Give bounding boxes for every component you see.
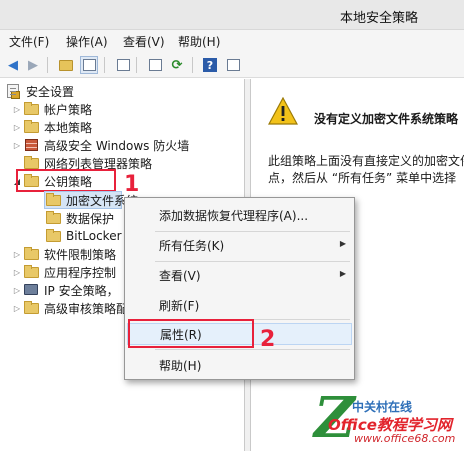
- export-list-button[interactable]: [146, 56, 164, 74]
- forward-button[interactable]: ▶: [24, 56, 42, 74]
- tree-item-advanced-audit[interactable]: ▷ 高级审核策略配: [12, 299, 128, 317]
- tree-item-label: 数据保护: [66, 211, 115, 226]
- expand-arrow-icon[interactable]: ▷: [12, 286, 22, 295]
- submenu-arrow-icon: ▶: [339, 269, 346, 278]
- toolbar-separator: [104, 57, 105, 73]
- menu-item-view[interactable]: 查看(V) ▶: [125, 264, 354, 286]
- annotation-box-2: [128, 319, 254, 348]
- back-button[interactable]: ◀: [4, 56, 22, 74]
- folder-icon: [46, 211, 62, 225]
- tree-item-data-protection[interactable]: 数据保护: [46, 209, 114, 227]
- tree-item-local-policies[interactable]: ▷ 本地策略: [12, 118, 92, 136]
- toolbar: ◀ ▶ ⟳ ?: [0, 52, 464, 78]
- console-tree-icon: [82, 59, 96, 71]
- tree-item-label: 帐户策略: [44, 102, 93, 117]
- tree-item-security-settings[interactable]: 安全设置: [6, 82, 74, 100]
- up-one-level-button[interactable]: [57, 56, 75, 74]
- warning-icon: [268, 97, 298, 125]
- details-heading: 没有定义加密文件系统策略: [314, 112, 459, 126]
- folder-icon: [46, 193, 62, 207]
- tree-item-application-control[interactable]: ▷ 应用程序控制: [12, 263, 116, 281]
- folder-icon: [46, 229, 62, 243]
- menu-file[interactable]: 文件(F): [9, 33, 49, 50]
- menu-separator: [155, 349, 350, 350]
- menu-separator: [155, 231, 350, 232]
- tree-item-label: 本地策略: [44, 120, 93, 135]
- menu-item-label: 添加数据恢复代理程序(A)...: [159, 208, 309, 223]
- menu-item-refresh[interactable]: 刷新(F): [125, 294, 354, 316]
- menu-bar: 文件(F) 操作(A) 查看(V) 帮助(H): [0, 30, 464, 52]
- folder-up-icon: [59, 59, 73, 71]
- menu-help[interactable]: 帮助(H): [178, 33, 220, 50]
- show-hide-tree-button[interactable]: [80, 56, 98, 74]
- export-list-icon: [148, 59, 162, 71]
- security-settings-icon: [6, 84, 22, 99]
- watermark-logo: Z 中关村在线 Office教程学习网 www.office68.com: [310, 390, 460, 448]
- expand-arrow-icon[interactable]: ▷: [12, 141, 22, 150]
- menu-item-help[interactable]: 帮助(H): [125, 354, 354, 376]
- toolbar-separator: [136, 57, 137, 73]
- arrow-right-icon: ▶: [28, 57, 38, 73]
- title-bar: 本地安全策略: [0, 0, 464, 30]
- watermark-url: www.office68.com: [354, 432, 456, 445]
- expand-arrow-icon[interactable]: ▷: [12, 268, 22, 277]
- firewall-icon: [24, 138, 40, 152]
- tree-item-label: 软件限制策略: [44, 247, 117, 262]
- expand-arrow-icon[interactable]: ▷: [12, 123, 22, 132]
- properties-icon: [116, 59, 130, 71]
- toolbar-separator: [192, 57, 193, 73]
- help-button[interactable]: ?: [201, 56, 219, 74]
- tree-item-account-policies[interactable]: ▷ 帐户策略: [12, 100, 92, 118]
- menu-item-label: 查看(V): [159, 268, 201, 283]
- tree-item-label: 安全设置: [26, 84, 75, 99]
- folder-icon: [24, 156, 40, 170]
- expand-arrow-icon[interactable]: ▷: [12, 304, 22, 313]
- menu-item-label: 帮助(H): [159, 358, 202, 373]
- tree-item-bitlocker[interactable]: BitLocker: [46, 227, 122, 245]
- folder-icon: [24, 102, 40, 116]
- ip-security-icon: [24, 283, 40, 297]
- help-icon: ?: [203, 58, 217, 72]
- context-menu: 添加数据恢复代理程序(A)... 所有任务(K) ▶ 查看(V) ▶ 刷新(F)…: [124, 197, 355, 380]
- menu-item-label: 所有任务(K): [159, 238, 225, 253]
- refresh-icon: ⟳: [171, 57, 183, 73]
- tree-item-label: BitLocker: [66, 229, 122, 243]
- tree-item-software-restriction[interactable]: ▷ 软件限制策略: [12, 245, 116, 263]
- watermark-site-name: 中关村在线: [352, 400, 413, 414]
- tree-item-label: 高级安全 Windows 防火墙: [44, 138, 190, 153]
- view-icon: [226, 59, 240, 71]
- toolbar-separator: [47, 57, 48, 73]
- folder-icon: [24, 265, 40, 279]
- tree-item-label: 高级审核策略配: [44, 301, 129, 316]
- tree-item-label: IP 安全策略，: [44, 283, 119, 298]
- arrow-left-icon: ◀: [8, 57, 18, 73]
- details-text-line: 点，然后从 “所有任务” 菜单中选择: [268, 171, 457, 185]
- window-title: 本地安全策略: [340, 11, 419, 26]
- tree-item-label: 应用程序控制: [44, 265, 117, 280]
- annotation-box-1: [16, 169, 116, 192]
- view-button[interactable]: [224, 56, 242, 74]
- folder-icon: [24, 301, 40, 315]
- tree-item-windows-firewall[interactable]: ▷ 高级安全 Windows 防火墙: [12, 136, 189, 154]
- menu-item-label: 刷新(F): [159, 298, 200, 313]
- folder-icon: [24, 247, 40, 261]
- menu-action[interactable]: 操作(A): [66, 33, 108, 50]
- refresh-button[interactable]: ⟳: [168, 56, 186, 74]
- properties-button[interactable]: [114, 56, 132, 74]
- tree-item-ip-security[interactable]: ▷ IP 安全策略，: [12, 281, 119, 299]
- menu-separator: [155, 261, 350, 262]
- expand-arrow-icon[interactable]: ▷: [12, 250, 22, 259]
- menu-view[interactable]: 查看(V): [123, 33, 165, 50]
- submenu-arrow-icon: ▶: [339, 239, 346, 248]
- expand-arrow-icon[interactable]: ▷: [12, 105, 22, 114]
- menu-item-add-recovery-agent[interactable]: 添加数据恢复代理程序(A)...: [125, 204, 354, 226]
- menu-item-all-tasks[interactable]: 所有任务(K) ▶: [125, 234, 354, 256]
- annotation-number-2: 2: [260, 327, 276, 352]
- folder-icon: [24, 120, 40, 134]
- details-text-line: 此组策略上面没有直接定义的加密文件: [268, 154, 464, 168]
